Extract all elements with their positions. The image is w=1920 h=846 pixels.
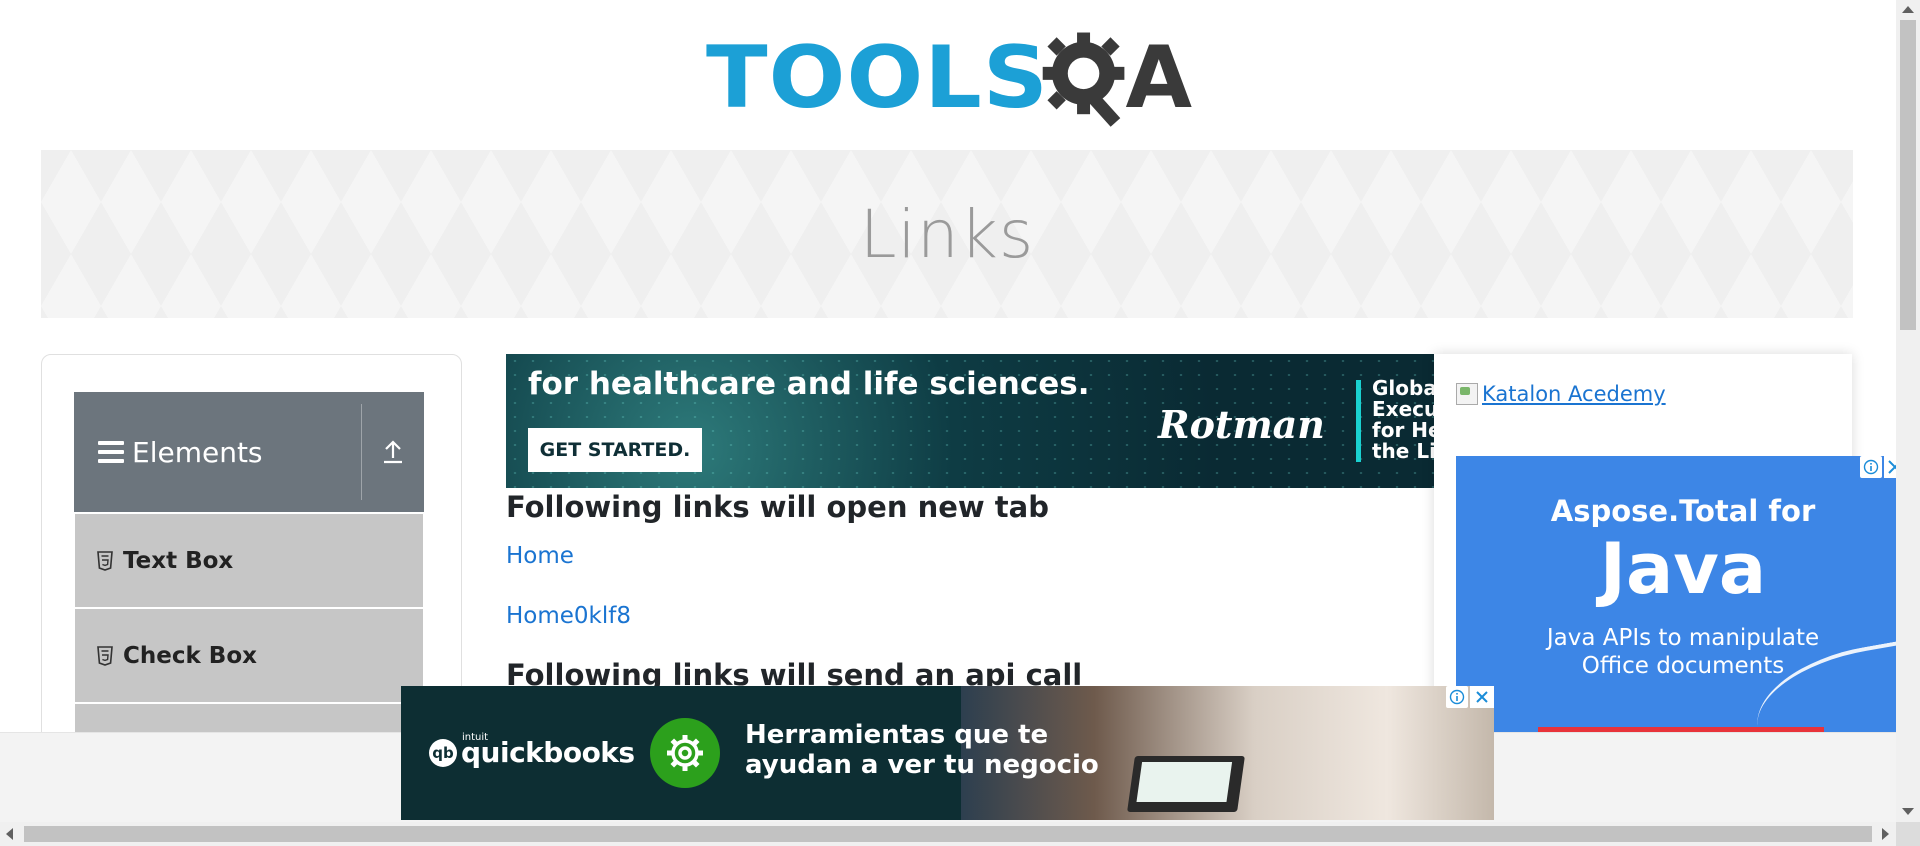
- qb-icon: qb: [429, 738, 457, 767]
- scroll-up-arrow-icon[interactable]: [1902, 6, 1914, 13]
- horizontal-scrollbar[interactable]: [0, 822, 1896, 846]
- group-title: Elements: [132, 435, 263, 469]
- ad-close-icon-bottom[interactable]: [1470, 686, 1494, 708]
- elements-group-header[interactable]: Elements: [74, 392, 424, 512]
- adchoices-info-icon-bottom[interactable]: [1446, 686, 1468, 708]
- logo-text-a: A: [1125, 28, 1192, 128]
- gear-magnifier-icon: [1042, 32, 1125, 127]
- vertical-scrollbar[interactable]: [1896, 0, 1920, 822]
- ad-line-1: Aspose.Total for: [1550, 494, 1816, 528]
- vertical-scroll-thumb[interactable]: [1900, 20, 1916, 330]
- ad-divider: [1356, 380, 1361, 462]
- scroll-down-arrow-icon[interactable]: [1902, 808, 1914, 815]
- info-icon: [1449, 689, 1465, 705]
- scroll-left-arrow-icon[interactable]: [6, 828, 13, 840]
- toolsqa-logo[interactable]: TOOLS A: [706, 22, 1192, 134]
- scrollbar-corner: [1896, 822, 1920, 846]
- sidebar-item-label: Text Box: [123, 547, 234, 574]
- aspose-ad[interactable]: Aspose.Total for Java Java APIs to manip…: [1456, 456, 1896, 736]
- ad-message: Herramientas que te ayudan a ver tu nego…: [745, 720, 1099, 780]
- broken-image-icon: [1456, 383, 1478, 405]
- ad-banner-top[interactable]: for healthcare and life sciences. GET ST…: [506, 354, 1434, 488]
- adchoices-info-icon[interactable]: [1860, 456, 1882, 478]
- ad-line-2: Java: [1599, 528, 1767, 610]
- sidebar-item-check-box[interactable]: Check Box: [75, 609, 423, 703]
- page-title: Links: [859, 195, 1035, 273]
- ad-cta-button[interactable]: GET STARTED.: [528, 428, 702, 472]
- logo-text-tools: TOOLS: [706, 28, 1049, 128]
- ad-side-text: Globa Execu for He the Lif: [1372, 376, 1434, 463]
- ad-headline: for healthcare and life sciences.: [528, 366, 1090, 402]
- hamburger-icon: [98, 441, 124, 463]
- close-icon: [1476, 691, 1488, 703]
- close-icon: [1888, 460, 1896, 474]
- heading-new-tab-links: Following links will open new tab: [506, 490, 1049, 524]
- katalon-academy-image-link[interactable]: Katalon Acedemy: [1456, 382, 1666, 406]
- quickbooks-logo: qb intuit quickbooks: [429, 732, 635, 769]
- quickbooks-ad[interactable]: qb intuit quickbooks Herramientas que te…: [401, 686, 1494, 820]
- home-link[interactable]: Home: [506, 543, 574, 569]
- collapse-toggle[interactable]: [362, 392, 424, 512]
- gear-icon: [650, 718, 720, 788]
- horizontal-scroll-thumb[interactable]: [24, 826, 1872, 842]
- intuit-label: intuit: [462, 732, 489, 743]
- ad-brand: Rotman: [1158, 402, 1325, 447]
- sidebar-item-text-box[interactable]: Text Box: [75, 514, 423, 608]
- sidebar-item-label: Check Box: [123, 642, 257, 669]
- scroll-right-arrow-icon[interactable]: [1882, 828, 1889, 840]
- dynamic-home-link[interactable]: Home0klf8: [506, 603, 631, 629]
- laptop-image: [1127, 756, 1245, 812]
- html5-icon: [97, 645, 113, 666]
- ad-close-icon[interactable]: [1884, 456, 1896, 478]
- page-banner: Links: [41, 150, 1853, 318]
- image-alt-text: Katalon Acedemy: [1482, 382, 1666, 406]
- upload-arrow-icon: [384, 440, 402, 464]
- html5-icon: [97, 550, 113, 571]
- info-icon: [1863, 459, 1879, 475]
